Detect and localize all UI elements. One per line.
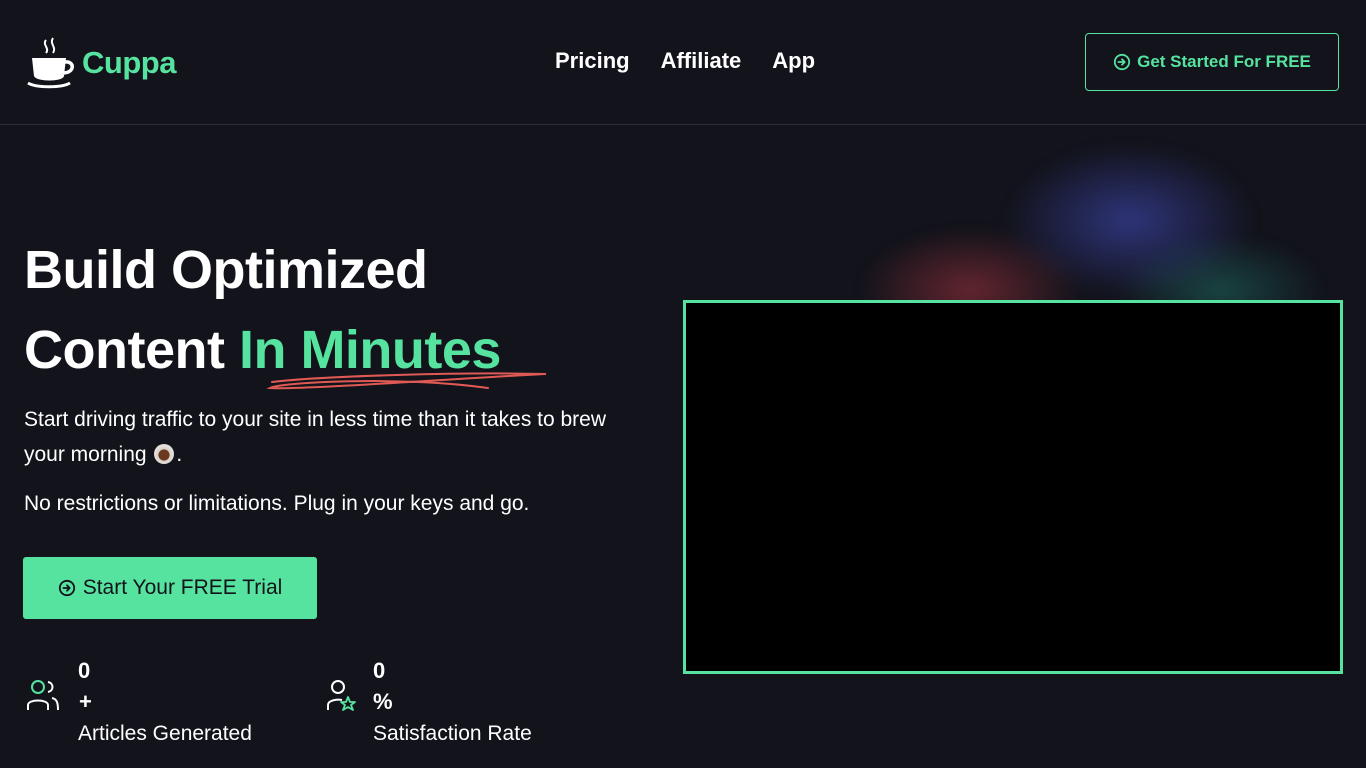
nav-item-affiliate[interactable]: Affiliate (661, 48, 742, 74)
background-glow (800, 110, 1360, 310)
site-header: Cuppa Pricing Affiliate App Get Started … (0, 0, 1366, 125)
video-player[interactable] (683, 300, 1343, 674)
user-star-icon (327, 680, 356, 711)
hero-title: Build Optimized Content In Minutes (24, 230, 664, 390)
main-nav: Pricing Affiliate App (555, 48, 815, 74)
stat-value: 0 (373, 658, 386, 683)
get-started-label: Get Started For FREE (1137, 52, 1311, 71)
hero-title-line2-plain: Content (24, 320, 239, 380)
start-trial-label: Start Your FREE Trial (82, 576, 283, 599)
brand-logo[interactable]: Cuppa (26, 36, 176, 90)
stat-label: Articles Generated (78, 722, 252, 745)
stat-suffix: % (373, 689, 393, 714)
start-trial-button[interactable]: Start Your FREE Trial (23, 557, 317, 619)
get-started-button[interactable]: Get Started For FREE (1085, 33, 1339, 91)
stat-value: 0 (78, 658, 91, 683)
hero-subtitle: Start driving traffic to your site in le… (24, 402, 624, 472)
hero-subtitle-text: Start driving traffic to your site in le… (24, 408, 607, 466)
nav-item-app[interactable]: App (772, 48, 815, 74)
stat-label: Satisfaction Rate (373, 722, 532, 745)
hero-note: No restrictions or limitations. Plug in … (24, 492, 530, 515)
brand-name: Cuppa (82, 45, 176, 80)
hero-subtitle-end: . (176, 443, 183, 466)
nav-item-pricing[interactable]: Pricing (555, 48, 630, 74)
landing-page: Cuppa Pricing Affiliate App Get Started … (0, 0, 1366, 768)
circle-arrow-right-icon (58, 579, 75, 597)
underline-swoosh (266, 372, 547, 390)
stat-suffix: + (79, 689, 92, 714)
users-icon (27, 680, 59, 711)
coffee-cup-emoji (154, 444, 175, 464)
coffee-cup-icon (27, 37, 74, 89)
circle-arrow-right-icon (1113, 53, 1131, 71)
hero-title-line1: Build Optimized (24, 240, 428, 300)
